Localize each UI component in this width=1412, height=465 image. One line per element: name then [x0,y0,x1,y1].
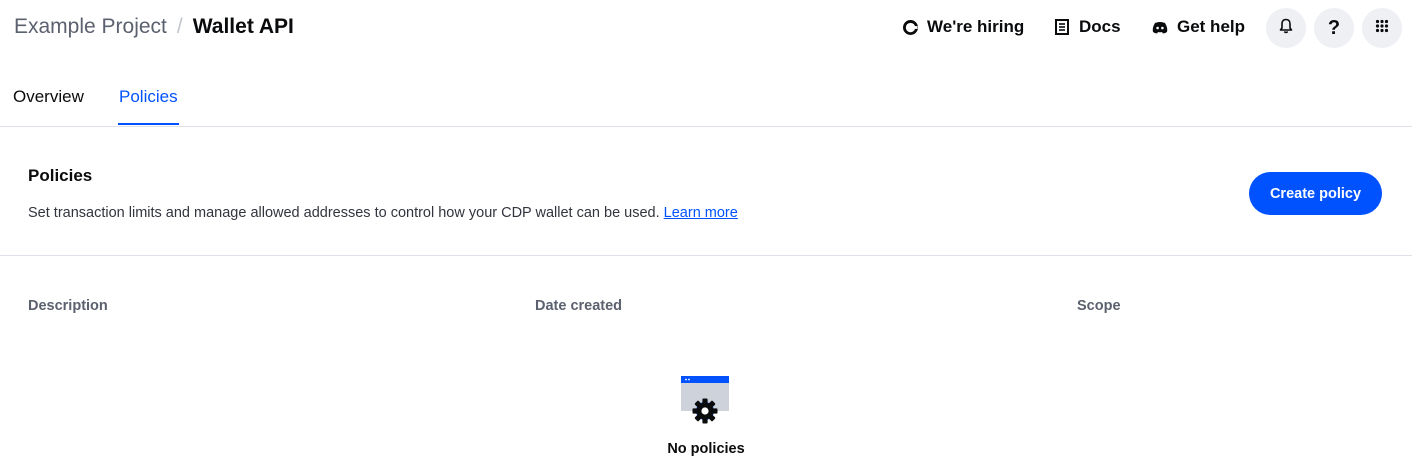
grid-icon [1375,19,1389,38]
tab-policies[interactable]: Policies [118,87,179,125]
breadcrumb: Example Project / Wallet API [14,15,294,39]
empty-state-illustration [680,375,730,425]
help-button[interactable]: ? [1314,8,1354,48]
empty-state-label: No policies [667,441,745,457]
policies-section: Policies Set transaction limits and mana… [0,127,1412,256]
question-icon: ? [1327,16,1341,39]
empty-state-text: No policies [0,441,1412,457]
column-header-date-created: Date created [535,298,623,314]
docs-link[interactable]: Docs [1054,17,1152,37]
breadcrumb-project[interactable]: Example Project [14,15,167,39]
section-description: Set transaction limits and manage allowe… [28,205,738,221]
create-policy-button[interactable]: Create policy [1249,172,1382,215]
breadcrumb-separator: / [176,15,183,38]
discord-icon [1152,19,1168,35]
document-icon [1054,19,1070,35]
get-help-link[interactable]: Get help [1152,17,1262,37]
description-text: Set transaction limits and manage allowe… [28,205,660,221]
breadcrumb-current: Wallet API [192,15,294,38]
bell-icon [1279,18,1293,39]
hiring-link[interactable]: We're hiring [902,17,1054,37]
tab-overview[interactable]: Overview [13,87,84,123]
section-title: Policies [28,166,93,185]
top-header: Example Project / Wallet API We're hirin… [0,0,1412,56]
column-header-scope: Scope [1077,298,1121,314]
column-header-description: Description [28,298,108,314]
coinbase-c-icon [902,19,918,35]
header-links: We're hiring Docs Get help [902,17,1262,37]
hiring-link-label: We're hiring [927,17,1025,36]
tab-bar: Overview Policies [0,70,1412,127]
apps-button[interactable] [1362,8,1402,48]
docs-link-label: Docs [1079,17,1121,36]
get-help-link-label: Get help [1177,17,1246,36]
learn-more-link[interactable]: Learn more [664,205,738,221]
notifications-button[interactable] [1266,8,1306,48]
